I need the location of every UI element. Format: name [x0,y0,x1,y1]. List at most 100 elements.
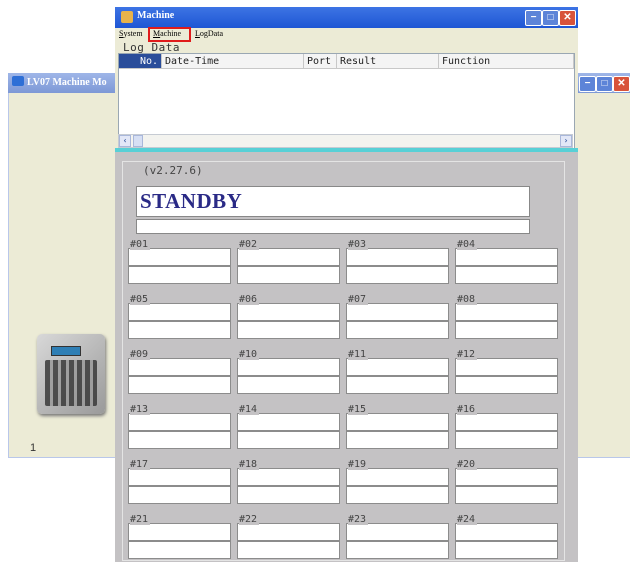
port-slot: #10 [237,349,340,398]
port-label: #14 [239,404,260,415]
port-label: #18 [239,459,260,470]
port-info-field [237,321,340,339]
port-info-field [455,266,558,284]
col-header-date-time[interactable]: Date-Time [162,54,304,69]
port-info-field [455,486,558,504]
port-slot: #12 [455,349,558,398]
port-status-field [237,303,340,321]
port-info-field [455,376,558,394]
port-slot: #21 [128,514,231,563]
port-info-field [237,266,340,284]
port-info-field [128,376,231,394]
col-header-function[interactable]: Function [439,54,574,69]
port-label: #15 [348,404,369,415]
port-slot: #23 [346,514,449,563]
port-status-field [237,413,340,431]
port-status-field [346,358,449,376]
port-status-field [237,358,340,376]
menu-highlight-box [148,27,191,42]
maximize-icon[interactable]: □ [542,10,559,26]
background-window-number: 1 [30,442,37,454]
port-label: #21 [130,514,151,525]
scroll-thumb[interactable] [133,135,143,147]
port-label: #07 [348,294,369,305]
scroll-left-icon[interactable]: ‹ [119,135,131,147]
port-info-field [455,321,558,339]
port-status-field [128,523,231,541]
status-panel: (v2.27.6) STANDBY #01 #02 #03 #04 #05 #06 #07 #… [115,152,578,562]
port-info-field [128,541,231,559]
port-label: #01 [130,239,151,250]
port-label: #16 [457,404,478,415]
port-status-field [237,523,340,541]
port-status-field [346,248,449,266]
port-status-field [346,523,449,541]
port-info-field [128,321,231,339]
port-slot: #20 [455,459,558,508]
machine-window: Machine − □ ✕ System Machine LogData Log… [115,7,578,562]
port-label: #11 [348,349,369,360]
port-slot: #13 [128,404,231,453]
port-label: #13 [130,404,151,415]
port-info-field [237,541,340,559]
port-slot: #01 [128,239,231,288]
background-window-titlebar[interactable]: LV07 Machine Mo [8,73,124,93]
close-icon[interactable]: ✕ [559,10,576,26]
port-status-field [346,303,449,321]
port-slot: #18 [237,459,340,508]
port-status-field [455,413,558,431]
bg-maximize-icon[interactable]: □ [596,76,613,92]
machine-window-titlebar[interactable]: Machine − □ ✕ [115,7,578,28]
status-message-box [136,219,530,234]
port-slot: #06 [237,294,340,343]
port-label: #06 [239,294,260,305]
bg-close-icon[interactable]: ✕ [613,76,630,92]
port-info-field [346,266,449,284]
port-info-field [346,431,449,449]
device-lcd [51,346,81,356]
port-info-field [455,541,558,559]
port-info-field [455,431,558,449]
port-slot: #07 [346,294,449,343]
port-slot: #15 [346,404,449,453]
port-label: #17 [130,459,151,470]
port-status-field [455,523,558,541]
background-window-titlebar-right[interactable]: − □ ✕ [577,73,630,93]
port-status-field [128,358,231,376]
port-label: #08 [457,294,478,305]
port-status-field [455,468,558,486]
port-label: #20 [457,459,478,470]
scroll-right-icon[interactable]: › [560,135,572,147]
col-header-result[interactable]: Result [337,54,439,69]
menu-system[interactable]: System [119,29,143,38]
port-status-field [455,303,558,321]
port-info-field [346,321,449,339]
log-horizontal-scrollbar[interactable]: ‹ › [118,134,573,148]
port-slot: #22 [237,514,340,563]
port-status-field [455,248,558,266]
menu-logdata[interactable]: LogData [195,29,223,38]
port-label: #04 [457,239,478,250]
version-label: (v2.27.6) [139,164,207,177]
port-status-field [128,303,231,321]
minimize-icon[interactable]: − [525,10,542,26]
port-info-field [128,431,231,449]
port-slot: #17 [128,459,231,508]
window-title: Machine [137,10,175,21]
port-slot: #16 [455,404,558,453]
col-header-port[interactable]: Port [304,54,337,69]
port-slot: #11 [346,349,449,398]
port-info-field [346,486,449,504]
port-info-field [128,486,231,504]
port-label: #22 [239,514,260,525]
port-label: #23 [348,514,369,525]
machine-groupbox: (v2.27.6) STANDBY #01 #02 #03 #04 #05 #06 #07 #… [122,161,565,561]
port-label: #05 [130,294,151,305]
bg-minimize-icon[interactable]: − [579,76,596,92]
port-label: #10 [239,349,260,360]
port-slot: #14 [237,404,340,453]
port-info-field [237,376,340,394]
port-label: #12 [457,349,478,360]
port-label: #02 [239,239,260,250]
col-header-no[interactable]: No. [119,54,162,69]
